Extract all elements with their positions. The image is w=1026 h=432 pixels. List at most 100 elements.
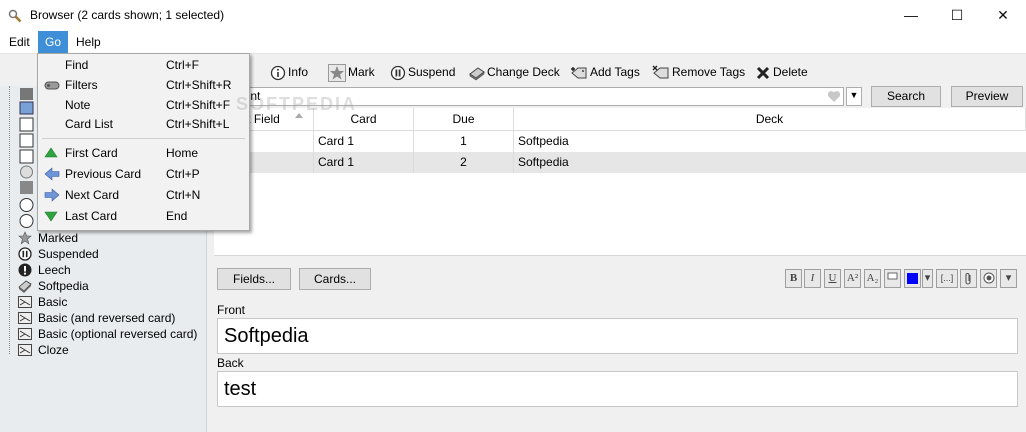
subscript-button[interactable]: A₂ bbox=[864, 269, 881, 288]
mark-label: Mark bbox=[348, 65, 375, 79]
menu-item-shortcut: Ctrl+P bbox=[166, 167, 200, 181]
cards-button[interactable]: Cards... bbox=[299, 268, 371, 290]
add-tag-icon bbox=[571, 66, 587, 79]
menu-item-shortcut: Home bbox=[166, 146, 199, 160]
menu-edit[interactable]: Edit bbox=[2, 31, 37, 53]
underline-button[interactable]: U bbox=[824, 269, 841, 288]
attach-button[interactable] bbox=[960, 269, 977, 288]
menu-item-label: Last Card bbox=[65, 209, 118, 223]
menu-item-card-list[interactable]: Card List Ctrl+Shift+L bbox=[38, 114, 249, 134]
bold-button[interactable]: B bbox=[785, 269, 802, 288]
suspend-button[interactable]: Suspend bbox=[390, 62, 455, 82]
text-color-dropdown[interactable]: ▾ bbox=[922, 269, 933, 288]
info-icon bbox=[270, 65, 286, 80]
preview-button[interactable]: Preview bbox=[951, 86, 1023, 107]
menu-item-filters[interactable]: Filters Ctrl+Shift+R bbox=[38, 75, 249, 95]
menu-go[interactable]: Go bbox=[38, 31, 69, 53]
mark-button[interactable]: Mark bbox=[328, 62, 375, 82]
sidebar-item-label: Suspended bbox=[38, 247, 99, 261]
add-tags-label: Add Tags bbox=[590, 65, 640, 79]
change-deck-button[interactable]: Change Deck bbox=[469, 62, 560, 82]
eraser-icon bbox=[887, 272, 898, 280]
suspend-label: Suspend bbox=[408, 65, 456, 79]
sidebar-item-label: Cloze bbox=[38, 343, 69, 357]
menu-item-note[interactable]: Note Ctrl+Shift+F bbox=[38, 95, 249, 115]
cell-deck: Softpedia bbox=[518, 134, 569, 148]
menu-item-shortcut: Ctrl+Shift+R bbox=[166, 78, 232, 92]
menu-item-label: First Card bbox=[65, 146, 118, 160]
info-button[interactable]: Info bbox=[270, 62, 308, 82]
menu-item-shortcut: Ctrl+N bbox=[166, 188, 201, 202]
info-label: Info bbox=[288, 65, 309, 79]
delete-label: Delete bbox=[773, 65, 808, 79]
menu-item-first-card[interactable]: First Card Home bbox=[38, 143, 249, 163]
deck-icon bbox=[18, 280, 32, 293]
sidebar-item-label: Marked bbox=[38, 231, 79, 245]
minimize-button[interactable]: — bbox=[888, 0, 934, 31]
menu-bar: Edit Go Help bbox=[0, 31, 1026, 54]
title-bar: Browser (2 cards shown; 1 selected) — ☐ … bbox=[0, 0, 1026, 31]
menu-help[interactable]: Help bbox=[69, 31, 108, 53]
card-table: t Field Card Due Deck dia Card 1 1 Softp… bbox=[214, 108, 1026, 256]
record-button[interactable] bbox=[980, 269, 997, 288]
cell-card: Card 1 bbox=[314, 131, 414, 152]
cell-card: Card 1 bbox=[314, 152, 414, 173]
sidebar-item-suspended[interactable]: Suspended bbox=[18, 246, 99, 262]
cell-deck: Softpedia bbox=[518, 155, 569, 169]
sidebar-item-label: Basic (optional reversed card) bbox=[38, 327, 198, 341]
back-field-input[interactable]: test bbox=[217, 371, 1018, 407]
text-color-swatch bbox=[907, 273, 918, 284]
sidebar-item-leech[interactable]: Leech bbox=[18, 262, 71, 278]
italic-button[interactable]: I bbox=[804, 269, 821, 288]
maximize-button[interactable]: ☐ bbox=[934, 0, 980, 31]
column-header-due[interactable]: Due bbox=[414, 108, 514, 131]
menu-item-find[interactable]: Find Ctrl+F bbox=[38, 55, 249, 75]
close-button[interactable]: ✕ bbox=[980, 0, 1026, 31]
sidebar-item-softpedia[interactable]: Softpedia bbox=[18, 278, 89, 294]
heart-icon[interactable] bbox=[827, 90, 841, 103]
filter-icon bbox=[44, 81, 60, 90]
menu-item-next-card[interactable]: Next Card Ctrl+N bbox=[38, 185, 249, 205]
go-menu-dropdown: Find Ctrl+F Filters Ctrl+Shift+R Note Ct… bbox=[37, 53, 250, 231]
remove-tags-button[interactable]: Remove Tags bbox=[652, 62, 745, 82]
more-options-button[interactable]: ▾ bbox=[1000, 269, 1017, 288]
menu-item-label: Next Card bbox=[65, 188, 120, 202]
deck-icon bbox=[469, 67, 485, 81]
menu-item-label: Filters bbox=[65, 78, 98, 92]
sidebar-item-label: Basic (and reversed card) bbox=[38, 311, 176, 325]
menu-item-previous-card[interactable]: Previous Card Ctrl+P bbox=[38, 164, 249, 184]
add-tags-button[interactable]: Add Tags bbox=[570, 62, 640, 82]
fields-button[interactable]: Fields... bbox=[217, 268, 291, 290]
search-button[interactable]: Search bbox=[871, 86, 941, 107]
star-icon bbox=[328, 63, 346, 82]
sidebar-item-cloze[interactable]: Cloze bbox=[18, 342, 69, 358]
watermark: SOFTPEDIA bbox=[236, 94, 358, 114]
superscript-button[interactable]: A² bbox=[844, 269, 861, 288]
menu-separator bbox=[42, 138, 245, 139]
search-history-dropdown[interactable]: ▼ bbox=[846, 87, 862, 106]
sidebar-item-basic[interactable]: Basic bbox=[18, 294, 67, 310]
cloze-button[interactable]: [...] bbox=[936, 269, 958, 288]
sidebar-item-label: Softpedia bbox=[38, 279, 89, 293]
back-field-label: Back bbox=[217, 356, 244, 370]
table-row[interactable]: dia Card 1 1 Softpedia bbox=[214, 131, 1026, 152]
sidebar-item-basic-reversed[interactable]: Basic (and reversed card) bbox=[18, 310, 175, 326]
change-deck-label: Change Deck bbox=[487, 65, 560, 79]
record-icon bbox=[983, 272, 994, 284]
arrow-down-icon bbox=[44, 211, 58, 222]
clear-format-button[interactable] bbox=[884, 269, 901, 288]
pause-icon bbox=[18, 247, 32, 261]
text-color-button[interactable] bbox=[904, 269, 921, 288]
note-type-icon bbox=[18, 312, 32, 324]
front-field-input[interactable]: Softpedia bbox=[217, 318, 1018, 354]
sidebar-item-marked[interactable]: Marked bbox=[18, 230, 78, 246]
sidebar-item-basic-optional[interactable]: Basic (optional reversed card) bbox=[18, 326, 197, 342]
arrow-left-icon bbox=[44, 167, 60, 181]
star-icon bbox=[18, 231, 32, 245]
menu-item-label: Find bbox=[65, 58, 89, 72]
delete-button[interactable]: Delete bbox=[755, 62, 808, 82]
column-header-deck[interactable]: Deck bbox=[514, 108, 1026, 131]
menu-item-last-card[interactable]: Last Card End bbox=[38, 206, 249, 226]
table-row-selected[interactable]: dia 1 Card 1 2 Softpedia bbox=[214, 152, 1026, 173]
cell-due: 2 bbox=[414, 152, 514, 173]
